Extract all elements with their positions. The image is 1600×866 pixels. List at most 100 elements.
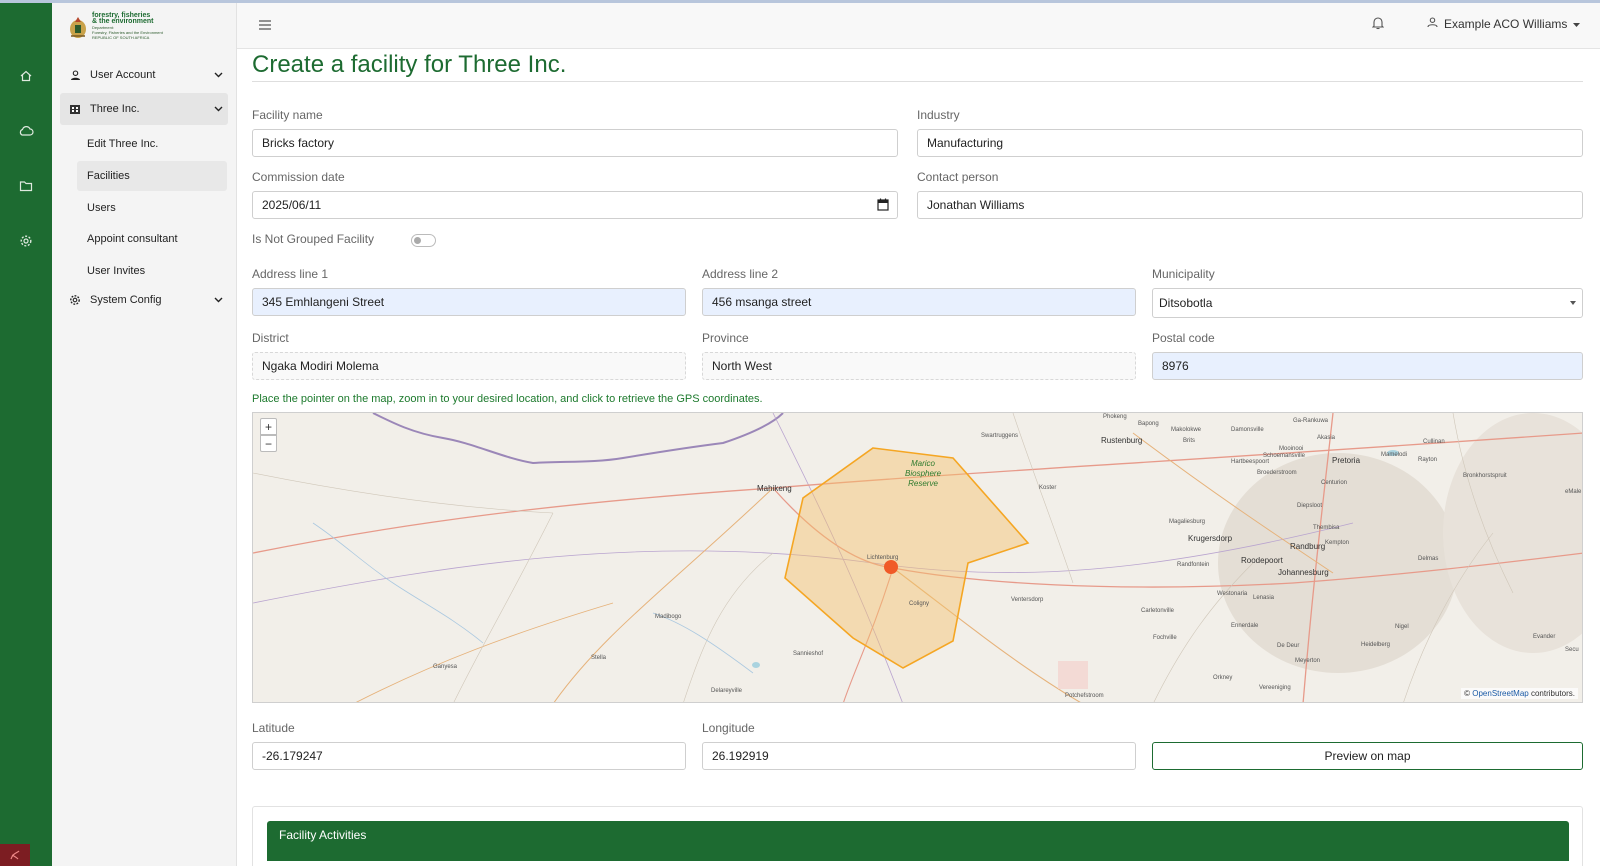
calendar-icon[interactable] [877, 198, 889, 214]
gear-icon [68, 293, 82, 307]
address-line-1-value: 345 Emhlangeni Street [262, 295, 385, 309]
map-place-label: Mamelodi [1381, 452, 1408, 458]
map-place-label: Evander [1533, 634, 1556, 640]
municipality-value: Ditsobotla [1159, 296, 1213, 310]
map-place-label: Heidelberg [1361, 642, 1391, 648]
sidebar-item-facilities[interactable]: Facilities [77, 161, 227, 191]
folder-icon[interactable] [17, 177, 35, 195]
map-place-label: Lichtenburg [867, 555, 899, 561]
map-place-label: Swartruggens [981, 433, 1019, 439]
map-place-label: Sannieshof [793, 651, 824, 657]
map-place-label: Ganyesa [433, 664, 458, 670]
map-place-label: Westonaria [1217, 591, 1248, 597]
commission-date-input[interactable]: 2025/06/11 [252, 191, 898, 219]
chevron-down-icon [208, 297, 228, 303]
cloud-icon[interactable] [17, 122, 35, 140]
not-grouped-toggle[interactable] [411, 234, 436, 247]
main-content: Create a facility for Three Inc. Facilit… [237, 49, 1600, 866]
gear-icon[interactable] [17, 232, 35, 250]
facility-activities-header[interactable]: Facility Activities [267, 821, 1569, 861]
department-logo[interactable]: forestry, fisheries & the environment De… [68, 12, 163, 40]
sidebar-item-users[interactable]: Users [77, 193, 227, 223]
map-place-label: Carletonville [1141, 608, 1175, 614]
building-icon [68, 102, 82, 116]
sidebar-group-label: System Config [90, 294, 162, 306]
address-line-2-label: Address line 2 [702, 267, 779, 281]
map-place-label: Mahikeng [757, 484, 792, 493]
logo-line-5: REPUBLIC OF SOUTH AFRICA [92, 35, 150, 40]
map-place-label: Koster [1039, 485, 1057, 491]
industry-input[interactable]: Manufacturing [917, 129, 1583, 157]
map-place-label: Lenasia [1253, 595, 1275, 601]
sidebar-item-user-invites[interactable]: User Invites [77, 256, 227, 286]
latitude-input[interactable]: -26.179247 [252, 742, 686, 770]
sidebar-item-label: Edit Three Inc. [87, 138, 159, 150]
chevron-down-icon [208, 106, 228, 112]
postal-code-label: Postal code [1152, 331, 1215, 345]
contact-person-input[interactable]: Jonathan Williams [917, 191, 1583, 219]
attribution-link[interactable]: OpenStreetMap [1472, 689, 1528, 698]
postal-code-value: 8976 [1162, 359, 1189, 373]
district-value: Ngaka Modiri Molema [262, 359, 379, 373]
app-badge-icon[interactable] [0, 844, 30, 866]
reserve-label-line: Biosphere [905, 469, 942, 478]
map-place-label: Damonsville [1231, 427, 1264, 433]
sidebar-item-edit-three-inc[interactable]: Edit Three Inc. [77, 129, 227, 159]
map-place-label: Makolokwe [1171, 427, 1202, 433]
postal-code-input[interactable]: 8976 [1152, 352, 1583, 380]
map-place-label: Orkney [1213, 675, 1233, 681]
bell-icon[interactable] [1371, 16, 1385, 33]
sidebar-group-three-inc[interactable]: Three Inc. [60, 93, 228, 125]
sidebar-item-label: Facilities [87, 170, 130, 182]
map-place-label: Pretoria [1332, 456, 1361, 465]
commission-date-value: 2025/06/11 [262, 198, 322, 212]
preview-on-map-button[interactable]: Preview on map [1152, 742, 1583, 770]
address-line-2-input[interactable]: 456 msanga street [702, 288, 1136, 316]
facility-activities-card: Facility Activities [252, 806, 1583, 866]
map-place-label: Rayton [1418, 457, 1438, 463]
reserve-label-line: Marico [911, 459, 936, 468]
user-name: Example ACO Williams [1444, 17, 1568, 31]
district-input[interactable]: Ngaka Modiri Molema [252, 352, 686, 380]
address-line-2-value: 456 msanga street [712, 295, 812, 309]
home-icon[interactable] [17, 67, 35, 85]
chevron-down-icon [208, 72, 228, 78]
sidebar-group-label: Three Inc. [90, 103, 140, 115]
map-place-label: Ga-Rankuwa [1293, 418, 1329, 424]
sidebar-group-user-account[interactable]: User Account [60, 59, 228, 91]
sidebar-item-label: Appoint consultant [87, 233, 178, 245]
municipality-label: Municipality [1152, 267, 1215, 281]
sidebar-group-system-config[interactable]: System Config [60, 284, 228, 316]
coat-of-arms-icon [70, 16, 86, 38]
municipality-select[interactable]: Ditsobotla [1152, 288, 1583, 318]
attribution-prefix: © [1464, 689, 1471, 698]
map-place-label: Delareyville [711, 688, 743, 694]
hamburger-menu-icon[interactable] [259, 19, 271, 33]
province-value: North West [712, 359, 772, 373]
map-place-label: De Deur [1277, 643, 1300, 649]
latitude-value: -26.179247 [262, 749, 323, 763]
map-place-label: Bronkhorstspruit [1463, 473, 1507, 479]
province-input[interactable]: North West [702, 352, 1136, 380]
map-place-label: Magaliesburg [1169, 519, 1206, 525]
map-place-label: Stella [591, 655, 607, 661]
logo-text: forestry, fisheries & the environment De… [92, 12, 163, 40]
map-place-label: Kempton [1325, 540, 1350, 546]
map-zoom-in-button[interactable]: + [260, 418, 277, 435]
sidebar-item-appoint-consultant[interactable]: Appoint consultant [77, 224, 227, 254]
user-menu-dropdown[interactable]: Example ACO Williams [1427, 17, 1581, 31]
map-place-label: Mooinooi [1279, 446, 1304, 452]
map-place-label: Thembisa [1313, 525, 1340, 531]
facility-name-input[interactable]: Bricks factory [252, 129, 898, 157]
location-map[interactable]: Marico Biosphere Reserve Mahikeng Lichte… [252, 412, 1583, 703]
facility-name-label: Facility name [252, 108, 323, 122]
address-line-1-input[interactable]: 345 Emhlangeni Street [252, 288, 686, 316]
map-place-label: Johannesburg [1278, 568, 1329, 577]
district-label: District [252, 331, 289, 345]
map-place-label: Roodepoort [1241, 556, 1283, 565]
map-place-label: Krugersdorp [1188, 534, 1233, 543]
map-place-label: eMale [1565, 489, 1582, 495]
longitude-input[interactable]: 26.192919 [702, 742, 1136, 770]
map-zoom-out-button[interactable]: − [260, 435, 277, 452]
sidebar-item-label: Users [87, 202, 116, 214]
